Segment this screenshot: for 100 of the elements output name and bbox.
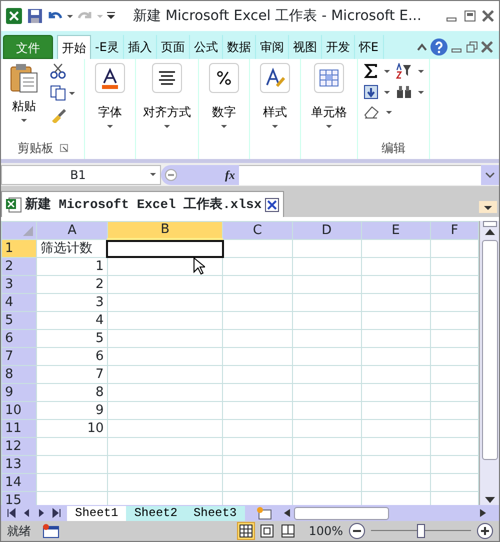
column-header[interactable]: F	[430, 222, 479, 240]
macro-record-icon[interactable]	[43, 524, 59, 538]
view-button[interactable]	[258, 522, 276, 540]
row-header[interactable]: 1	[2, 240, 37, 258]
column-header[interactable]: C	[222, 222, 292, 240]
ribbon-group-button[interactable]: 单元格	[305, 63, 353, 128]
insert-sheet-icon[interactable]	[254, 506, 273, 520]
restore-icon[interactable]	[466, 41, 478, 53]
insert-function-label[interactable]: fx	[225, 166, 235, 184]
slider-thumb[interactable]	[417, 524, 425, 538]
expand-handle-icon[interactable]	[165, 168, 177, 180]
horizontal-scroll-thumb[interactable]	[294, 506, 389, 520]
maximize-icon[interactable]	[463, 9, 477, 23]
cell: 7	[36, 366, 108, 384]
ribbon-group-button[interactable]: 数字	[203, 63, 245, 128]
zoom-in-icon[interactable]	[477, 523, 493, 539]
close-icon[interactable]	[264, 198, 279, 212]
column-header[interactable]: E	[361, 222, 430, 240]
binoculars-icon[interactable]	[396, 85, 412, 99]
row-header[interactable]: 9	[2, 384, 37, 402]
dropdown-caret-icon	[21, 119, 27, 122]
row-header[interactable]: 2	[2, 258, 37, 276]
dropdown-caret-icon	[150, 173, 156, 176]
ribbon-group-button[interactable]: 样式	[254, 63, 296, 128]
brush-icon[interactable]	[50, 107, 66, 123]
sheet-tab[interactable]: Sheet2	[126, 506, 186, 520]
column-header[interactable]: D	[292, 222, 362, 240]
cell: 10	[36, 420, 108, 438]
close-icon[interactable]	[481, 9, 495, 23]
eraser-icon[interactable]	[364, 105, 380, 119]
row-header[interactable]: 5	[2, 312, 37, 330]
tab-list-icon[interactable]	[479, 201, 497, 213]
ribbon-group-button[interactable]: 对齐方式	[140, 63, 194, 128]
cell: 9	[36, 402, 108, 420]
copy-icon[interactable]	[50, 85, 66, 101]
ribbon-tab[interactable]: 开始	[57, 35, 91, 59]
last-sheet-icon[interactable]	[52, 508, 61, 518]
column-header[interactable]: B	[107, 222, 223, 240]
file-tab[interactable]: 文件	[3, 35, 53, 59]
group-label: 编辑	[382, 140, 406, 157]
view-button[interactable]	[278, 522, 297, 540]
zoom-level: 100%	[308, 523, 343, 540]
sigma-icon[interactable]	[364, 64, 378, 78]
formula-input-field[interactable]	[239, 164, 481, 184]
scroll-up-icon[interactable]	[484, 227, 496, 237]
row-header[interactable]: 10	[2, 402, 37, 420]
scroll-right-icon[interactable]	[479, 508, 487, 518]
zoom-out-icon[interactable]	[349, 523, 365, 539]
dropdown-caret-icon	[326, 125, 332, 128]
close-icon[interactable]	[481, 41, 493, 53]
column-header[interactable]: A	[36, 222, 108, 240]
row-header[interactable]: 7	[2, 348, 37, 366]
row-header[interactable]: 12	[2, 438, 37, 456]
status-text: 就绪	[7, 523, 32, 540]
excel-logo-icon	[5, 7, 23, 25]
dropdown-caret-icon[interactable]	[386, 110, 392, 114]
dialog-launcher-icon[interactable]	[60, 144, 68, 152]
row-header[interactable]: 13	[2, 456, 37, 474]
sheet-tab[interactable]: Sheet1	[67, 506, 126, 520]
dropdown-caret-icon[interactable]	[418, 70, 424, 72]
cell: 1	[36, 258, 108, 276]
dropdown-caret-icon[interactable]	[418, 90, 424, 94]
ribbon-group-button[interactable]: 字体	[89, 63, 131, 128]
scroll-thumb[interactable]	[482, 240, 498, 460]
row-header[interactable]: 15	[2, 492, 37, 505]
help-icon[interactable]	[430, 38, 448, 56]
collapse-ribbon-icon[interactable]	[417, 43, 427, 51]
row-header[interactable]: 3	[2, 276, 37, 294]
dropdown-caret-icon[interactable]	[67, 14, 73, 18]
dropdown-caret-icon[interactable]	[384, 70, 390, 72]
row-header[interactable]: 14	[2, 474, 37, 492]
row-header[interactable]: 11	[2, 420, 37, 438]
customize-toolbar-icon[interactable]	[107, 12, 115, 20]
zoom-slider[interactable]	[371, 524, 471, 538]
cell: 6	[36, 348, 108, 366]
fill-down-icon[interactable]	[364, 85, 378, 99]
first-sheet-icon[interactable]	[7, 508, 16, 518]
row-header[interactable]: 6	[2, 330, 37, 348]
dropdown-caret-icon[interactable]	[384, 90, 390, 94]
view-button[interactable]	[236, 522, 255, 540]
paste-button[interactable]: 粘贴	[10, 63, 38, 123]
split-handle-icon[interactable]	[482, 221, 497, 227]
scissors-icon[interactable]	[50, 63, 66, 79]
name-box[interactable]: B1	[1, 164, 161, 184]
previous-sheet-icon[interactable]	[22, 508, 31, 518]
group-label: 剪贴板	[18, 140, 54, 157]
sort-filter-icon[interactable]	[396, 63, 412, 79]
next-sheet-icon[interactable]	[37, 508, 46, 518]
dropdown-caret-icon	[221, 125, 227, 128]
save-icon[interactable]	[27, 8, 43, 24]
row-header[interactable]: 8	[2, 366, 37, 384]
row-header[interactable]: 4	[2, 294, 37, 312]
active-cell-border[interactable]	[106, 240, 224, 258]
expand-formula-bar-icon[interactable]	[481, 164, 499, 184]
dropdown-caret-icon[interactable]	[69, 92, 75, 94]
window-title: 新建 Microsoft Excel 工作表 - Microsoft E...	[132, 6, 422, 26]
document-tab[interactable]: 新建 Microsoft Excel 工作表.xlsx	[1, 191, 284, 217]
scroll-left-icon[interactable]	[282, 508, 291, 518]
sheet-tab[interactable]: Sheet3	[185, 506, 245, 520]
styles-icon	[264, 67, 286, 89]
